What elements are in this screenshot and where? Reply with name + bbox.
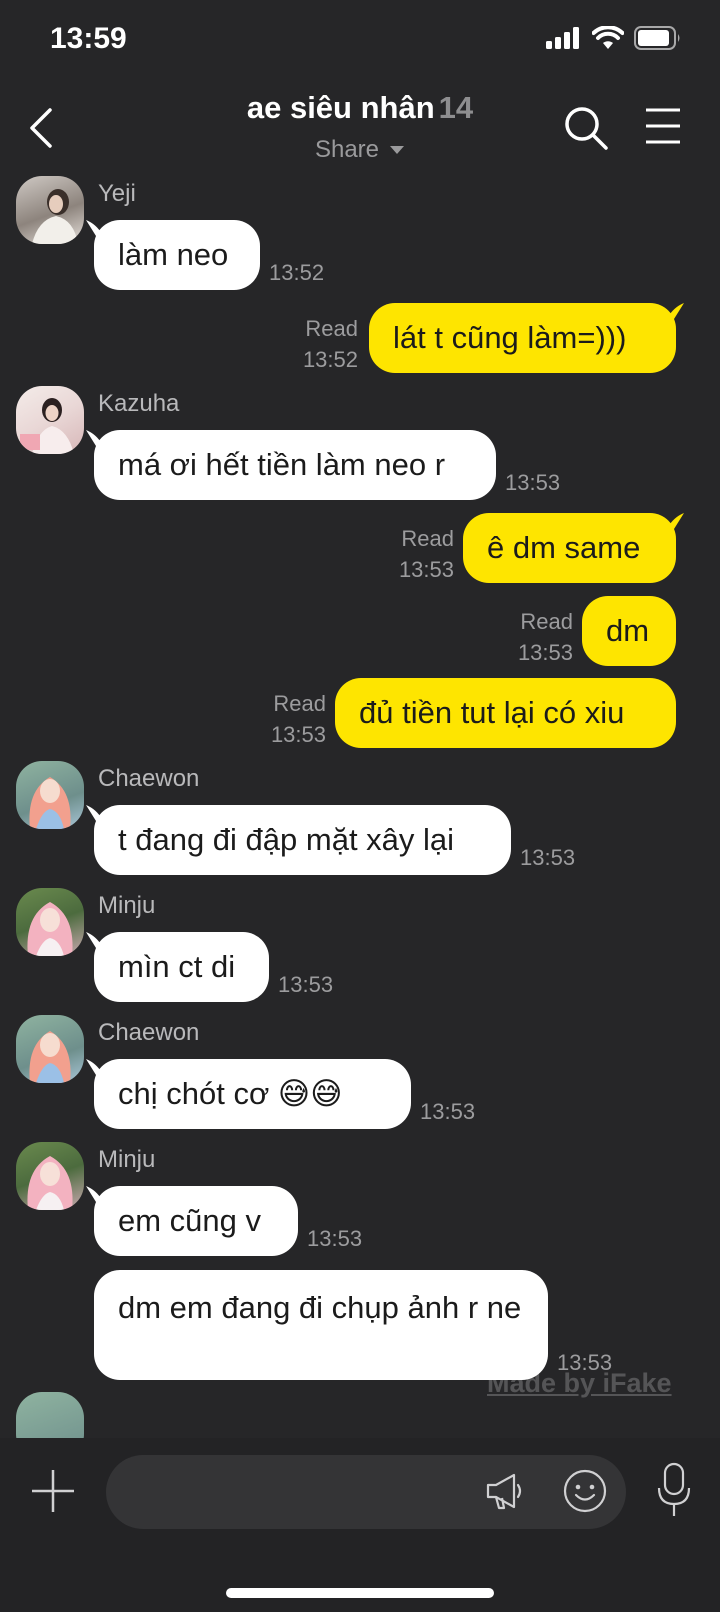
avatar-photo	[27, 1156, 73, 1210]
sender-name: Kazuha	[98, 390, 180, 417]
read-label: Read	[273, 691, 326, 716]
read-label: Read	[401, 526, 454, 551]
bubble-tail	[668, 513, 684, 529]
avatar[interactable]	[16, 1392, 84, 1438]
share-label: Share	[314, 136, 380, 163]
message-bubble[interactable]: đủ tiền tut lại có xiu	[335, 678, 676, 748]
avatar-photo	[27, 902, 73, 956]
message-time: 13:53	[505, 470, 561, 495]
message-time: 13:52	[302, 347, 358, 372]
status-time: 13:59	[50, 22, 127, 55]
bubble-tail	[668, 303, 684, 319]
message-list[interactable]: Yeji làm neo 13:52 Read 13:52 lát t cũng…	[0, 174, 720, 1438]
read-receipt: Read 13:52	[303, 313, 358, 375]
message-time: 13:53	[517, 640, 573, 665]
battery-icon	[634, 26, 680, 50]
chat-title[interactable]: ae siêu nhân	[247, 90, 435, 125]
sender-name: Chaewon	[98, 1019, 200, 1046]
menu-button[interactable]	[644, 106, 682, 146]
message-bubble[interactable]: làm neo	[94, 220, 260, 290]
sender-name: Minju	[98, 892, 156, 919]
message-time: 13:53	[270, 722, 326, 747]
sender-name: Yeji	[98, 180, 136, 207]
read-receipt: Read 13:53	[271, 688, 326, 750]
message-bubble[interactable]: lát t cũng làm=)))	[369, 303, 676, 373]
avatar[interactable]	[16, 761, 84, 829]
sender-name: Minju	[98, 1146, 156, 1173]
read-receipt: Read 13:53	[518, 606, 573, 668]
message-bubble[interactable]: chị chót cơ 😅😅	[94, 1059, 411, 1129]
message-bubble[interactable]: má ơi hết tiền làm neo r	[94, 430, 496, 500]
message-time: 13:53	[307, 1226, 363, 1251]
avatar-photo	[32, 189, 78, 244]
read-label: Read	[305, 316, 358, 341]
read-label: Read	[520, 609, 573, 634]
chat-header: ae siêu nhân 14 Share	[0, 84, 720, 174]
member-count: 14	[438, 90, 474, 125]
message-time: 13:53	[278, 972, 334, 997]
message-bubble[interactable]: dm em đang đi chụp ảnh r ne	[94, 1270, 548, 1380]
wifi-icon	[592, 26, 624, 49]
avatar-photo	[29, 777, 71, 829]
message-time: 13:52	[269, 260, 325, 285]
microphone-icon[interactable]	[656, 1462, 692, 1518]
message-input[interactable]	[106, 1455, 626, 1529]
caret-down-icon	[390, 146, 405, 154]
message-bubble[interactable]: mìn ct di	[94, 932, 269, 1002]
composer-bar	[0, 1438, 720, 1612]
message-bubble[interactable]: t đang đi đập mặt xây lại	[94, 805, 511, 875]
avatar-photo	[20, 398, 74, 454]
message-time: 13:53	[520, 845, 576, 870]
message-time: 13:53	[420, 1099, 476, 1124]
read-receipt: Read 13:53	[399, 523, 454, 585]
status-icons	[546, 26, 682, 50]
cellular-signal-icon	[546, 27, 579, 49]
message-time: 13:53	[398, 557, 454, 582]
status-bar: 13:59	[0, 0, 720, 84]
search-button[interactable]	[562, 104, 610, 152]
message-bubble[interactable]: ê dm same	[463, 513, 676, 583]
megaphone-icon[interactable]	[484, 1470, 526, 1512]
avatar[interactable]	[16, 176, 84, 244]
message-bubble[interactable]: em cũng v	[94, 1186, 298, 1256]
message-bubble[interactable]: dm	[582, 596, 676, 666]
avatar-photo	[29, 1031, 71, 1083]
share-dropdown[interactable]: Share	[315, 136, 405, 164]
plus-button[interactable]	[30, 1468, 76, 1514]
watermark: Made by iFake	[487, 1368, 672, 1398]
sender-name: Chaewon	[98, 765, 200, 792]
avatar[interactable]	[16, 888, 84, 956]
avatar[interactable]	[16, 1015, 84, 1083]
avatar[interactable]	[16, 386, 84, 454]
chat-title-group: ae siêu nhân 14 Share	[0, 90, 720, 164]
avatar[interactable]	[16, 1142, 84, 1210]
emoji-icon[interactable]	[562, 1468, 608, 1514]
home-indicator	[226, 1588, 494, 1598]
